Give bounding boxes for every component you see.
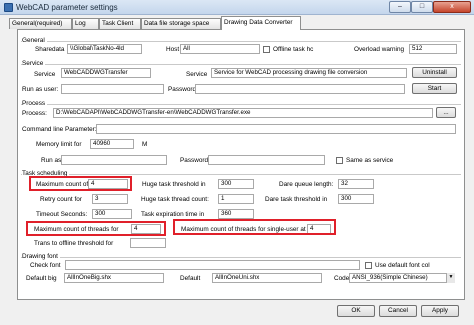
huge-threshold-label: Huge task threshold in (142, 181, 206, 188)
chevron-down-icon[interactable]: ▼ (446, 273, 455, 283)
check-font-input[interactable] (65, 260, 360, 270)
service-name-label: Service (34, 71, 56, 78)
general-group (21, 41, 461, 42)
expiration-label: Task expiration time in (141, 211, 205, 218)
highlight-max-count (29, 176, 132, 191)
tab-general[interactable]: General(required) (9, 18, 72, 29)
timeout-input[interactable]: 300 (92, 209, 132, 219)
trans-offline-label: Trans to offline threshold for (34, 240, 114, 247)
browse-button[interactable]: ... (436, 107, 456, 118)
service-desc-input[interactable]: Service for WebCAD processing drawing fi… (211, 68, 407, 78)
code-label: Code (334, 275, 350, 282)
offline-task-label: Offline task hc (273, 46, 314, 53)
process-path-input[interactable]: D:\WebCADAPI\WebCADDWGTransfer-en\WebCAD… (53, 108, 433, 118)
close-button[interactable]: x (433, 1, 471, 13)
process-heading: Process (22, 100, 48, 107)
process-path-label: Process: (22, 110, 47, 117)
huge-threshold-input[interactable]: 300 (218, 179, 254, 189)
dare-queue-label: Dare queue length: (279, 181, 334, 188)
retry-input[interactable]: 3 (92, 194, 128, 204)
run-as-user-label: Run as user: (22, 86, 59, 93)
tab-data-file-storage[interactable]: Data file storage space (141, 18, 221, 29)
start-button[interactable]: Start (412, 83, 457, 94)
minimize-button[interactable]: – (389, 1, 411, 13)
huge-thread-label: Huge task thread count: (141, 196, 209, 203)
process-run-as-label: Run as (41, 157, 62, 164)
process-group (21, 104, 461, 105)
app-icon (4, 3, 13, 12)
retry-label: Retry count for (40, 196, 82, 203)
uninstall-button[interactable]: Uninstall (412, 67, 457, 78)
default-font-input[interactable]: AllInOneUni.shx (212, 273, 322, 283)
huge-thread-input[interactable]: 1 (218, 194, 254, 204)
same-as-service-label: Same as service (346, 157, 394, 164)
offline-task-checkbox[interactable] (263, 46, 270, 53)
drawing-font-group (21, 257, 461, 258)
task-scheduling-group (21, 174, 461, 175)
use-default-font-label: Use default font col (375, 262, 430, 269)
overload-input[interactable]: 512 (409, 44, 457, 54)
highlight-single-user (173, 219, 336, 235)
service-run-as-input[interactable] (61, 84, 164, 94)
memory-limit-label: Memory limit for (36, 141, 82, 148)
cancel-button[interactable]: Cancel (379, 305, 417, 317)
default-big-label: Default big (26, 275, 57, 282)
memory-limit-input[interactable]: 40960 (90, 139, 134, 149)
ok-button[interactable]: OK (337, 305, 375, 317)
window-title: WebCAD parameter settings (16, 3, 118, 12)
sharedata-input[interactable]: \\Global\TaskNo-4ld (67, 44, 142, 54)
timeout-label: Timeout Seconds: (36, 211, 88, 218)
drawing-font-heading: Drawing font (22, 253, 60, 260)
use-default-font-checkbox[interactable] (365, 262, 372, 269)
overload-label: Overload warning (354, 46, 405, 53)
process-password-input[interactable] (208, 155, 325, 165)
default-big-input[interactable]: AllInOneBig.shx (64, 273, 164, 283)
dare-threshold-input[interactable]: 300 (338, 194, 374, 204)
memory-unit: M (142, 141, 148, 148)
tab-task-client[interactable]: Task Client (99, 18, 141, 29)
host-label: Host (166, 46, 180, 53)
service-name-input[interactable]: WebCADDWGTransfer (61, 68, 151, 78)
service-password-label: Password: (168, 86, 198, 93)
same-as-service-checkbox[interactable] (336, 157, 343, 164)
tab-drawing-data-converter[interactable]: Drawing Data Converter (221, 16, 301, 30)
sharedata-label: Sharedata (35, 46, 65, 53)
settings-window: WebCAD parameter settings – □ x General(… (0, 0, 474, 325)
cmdline-input[interactable] (96, 124, 456, 134)
tab-log[interactable]: Log (72, 18, 99, 29)
dare-threshold-label: Dare task threshold in (265, 196, 328, 203)
highlight-max-threads (26, 221, 166, 236)
process-run-as-input[interactable] (61, 155, 167, 165)
general-heading: General (22, 37, 47, 44)
dare-queue-input[interactable]: 32 (338, 179, 374, 189)
service-group (21, 64, 461, 65)
process-password-label: Password: (180, 157, 210, 164)
host-input[interactable]: All (180, 44, 260, 54)
apply-button[interactable]: Apply (421, 305, 459, 317)
check-font-label: Check font (30, 262, 61, 269)
default-font-label: Default (180, 275, 201, 282)
maximize-button[interactable]: □ (411, 1, 433, 13)
cmdline-label: Command line Parameter: (22, 126, 97, 133)
trans-offline-input[interactable] (130, 238, 166, 248)
service-heading: Service (22, 60, 46, 67)
title-bar: WebCAD parameter settings – □ x (0, 0, 474, 15)
code-select[interactable]: ANSI_936(Simple Chinese) (349, 273, 455, 283)
service-password-input[interactable] (195, 84, 405, 94)
service-desc-label: Service (186, 71, 208, 78)
expiration-input[interactable]: 360 (218, 209, 254, 219)
